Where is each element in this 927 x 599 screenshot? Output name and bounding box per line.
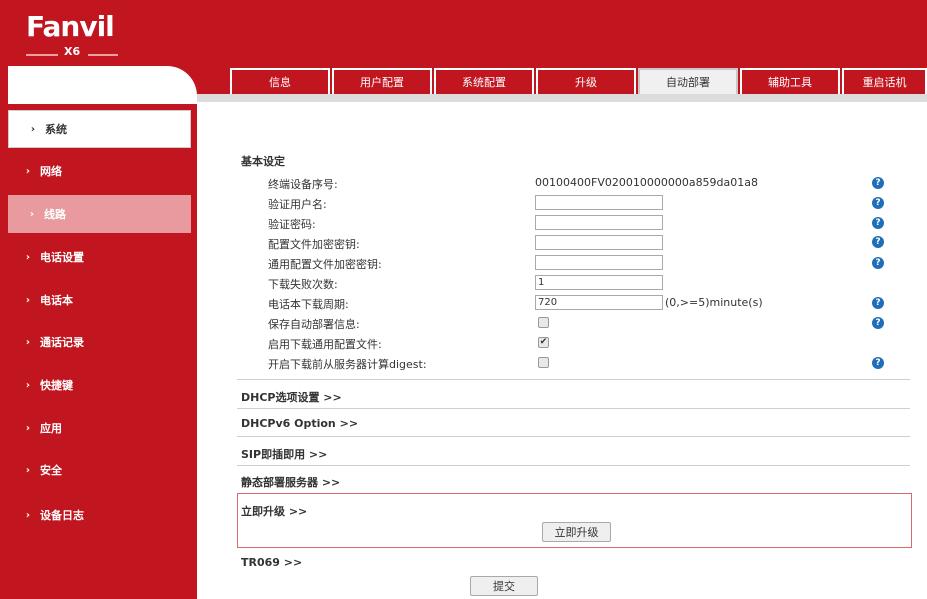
tab-label: 自动部署 — [666, 76, 710, 89]
sidebar-item-call-log[interactable]: › 通话记录 — [8, 323, 191, 361]
sidebar-top-curve — [8, 66, 197, 104]
tab-account[interactable]: 用户配置 — [332, 68, 432, 94]
sidebar-item-label: 电话设置 — [40, 251, 84, 264]
chevron-right-icon: › — [25, 464, 30, 476]
tab-label: 信息 — [269, 76, 291, 89]
sidebar-item-apps[interactable]: › 应用 — [8, 409, 191, 447]
tr069-section-link[interactable]: TR069 >> — [241, 556, 302, 569]
tab-label: 辅助工具 — [768, 76, 812, 89]
tab-underline — [197, 94, 927, 102]
chevron-right-icon: › — [25, 422, 30, 434]
tab-label: 用户配置 — [360, 76, 404, 89]
static-server-section-link[interactable]: 静态部署服务器 >> — [241, 474, 340, 490]
fail-count-input[interactable] — [535, 275, 663, 290]
logo-line-right — [88, 54, 118, 56]
tab-tools[interactable]: 辅助工具 — [740, 68, 840, 94]
upgrade-now-button[interactable]: 立即升级 — [542, 522, 611, 542]
cfg-key-input[interactable] — [535, 235, 663, 250]
common-cfg-label: 启用下载通用配置文件: — [268, 338, 382, 351]
dhcpv6-section-link[interactable]: DHCPv6 Option >> — [241, 417, 358, 430]
sidebar-item-network[interactable]: › 网络 — [8, 152, 191, 190]
help-icon[interactable]: ? — [872, 297, 884, 309]
tab-auto-provision[interactable]: 自动部署 — [638, 68, 738, 94]
help-icon[interactable]: ? — [872, 357, 884, 369]
help-icon[interactable]: ? — [872, 217, 884, 229]
sidebar-item-label: 通话记录 — [40, 336, 84, 349]
tab-system-config[interactable]: 系统配置 — [434, 68, 534, 94]
tab-label: 重启话机 — [862, 76, 907, 89]
auth-user-label: 验证用户名: — [268, 198, 327, 211]
fanvil-logo: Fanvil X6 — [26, 8, 122, 62]
fail-count-label: 下载失败次数: — [268, 278, 338, 291]
sidebar-item-system[interactable]: › 系统 — [8, 110, 191, 148]
sidebar-item-label: 快捷键 — [40, 379, 73, 392]
help-icon[interactable]: ? — [872, 236, 884, 248]
divider — [237, 465, 910, 466]
pb-period-suffix: (0,>=5)minute(s) — [665, 296, 763, 309]
basic-settings-title: 基本设定 — [241, 155, 285, 168]
chevron-right-icon: › — [25, 165, 30, 177]
sidebar-item-label: 网络 — [40, 165, 62, 178]
sidebar-item-label: 应用 — [40, 422, 62, 435]
help-icon[interactable]: ? — [872, 197, 884, 209]
sidebar-item-label: 安全 — [40, 464, 62, 477]
submit-button[interactable]: 提交 — [470, 576, 538, 596]
pb-period-input[interactable] — [535, 295, 663, 310]
digest-checkbox[interactable] — [538, 357, 549, 368]
logo-line-left — [26, 54, 58, 56]
save-info-checkbox[interactable] — [538, 317, 549, 328]
divider — [237, 436, 910, 437]
chevron-right-icon: › — [30, 123, 35, 135]
common-key-input[interactable] — [535, 255, 663, 270]
upgrade-now-section-link[interactable]: 立即升级 >> — [241, 503, 307, 519]
auth-pass-input[interactable] — [535, 215, 663, 230]
chevron-right-icon: › — [25, 509, 30, 521]
common-cfg-checkbox[interactable]: ✔ — [538, 337, 549, 348]
serial-label: 终端设备序号: — [268, 178, 338, 191]
common-key-label: 通用配置文件加密密钥: — [268, 258, 382, 271]
sidebar-item-label: 电话本 — [40, 294, 73, 307]
sidebar-item-phonebook[interactable]: › 电话本 — [8, 281, 191, 319]
digest-label: 开启下载前从服务器计算digest: — [268, 358, 427, 371]
chevron-right-icon: › — [29, 208, 34, 220]
sidebar-item-device-log[interactable]: › 设备日志 — [8, 496, 191, 534]
auth-pass-label: 验证密码: — [268, 218, 316, 231]
sidebar-item-security[interactable]: › 安全 — [8, 451, 191, 489]
tab-label: 系统配置 — [462, 76, 506, 89]
divider — [237, 408, 910, 409]
pb-period-label: 电话本下载周期: — [268, 298, 349, 311]
chevron-right-icon: › — [25, 294, 30, 306]
logo-model: X6 — [64, 45, 81, 58]
sidebar-item-line[interactable]: › 线路 — [8, 195, 191, 233]
cfg-key-label: 配置文件加密密钥: — [268, 238, 360, 251]
dhcp-section-link[interactable]: DHCP选项设置 >> — [241, 389, 342, 405]
header-bar: Fanvil X6 — [0, 0, 927, 62]
help-icon[interactable]: ? — [872, 317, 884, 329]
sip-pnp-section-link[interactable]: SIP即插即用 >> — [241, 446, 327, 462]
sidebar-item-label: 设备日志 — [40, 509, 84, 522]
tab-upgrade[interactable]: 升级 — [536, 68, 636, 94]
serial-value: 00100400FV020010000000a859da01a8 — [535, 176, 759, 189]
help-icon[interactable]: ? — [872, 177, 884, 189]
sidebar-item-function-keys[interactable]: › 快捷键 — [8, 366, 191, 404]
auth-user-input[interactable] — [535, 195, 663, 210]
divider — [237, 379, 910, 380]
tab-reboot[interactable]: 重启话机 — [842, 68, 927, 94]
sidebar-item-label: 线路 — [44, 208, 66, 221]
logo-text: Fanvil — [26, 10, 115, 43]
chevron-right-icon: › — [25, 379, 30, 391]
sidebar-item-label: 系统 — [45, 123, 67, 136]
chevron-right-icon: › — [25, 336, 30, 348]
help-icon[interactable]: ? — [872, 257, 884, 269]
tab-status[interactable]: 信息 — [230, 68, 330, 94]
save-info-label: 保存自动部署信息: — [268, 318, 360, 331]
sidebar-item-phone-settings[interactable]: › 电话设置 — [8, 238, 191, 276]
chevron-right-icon: › — [25, 251, 30, 263]
tab-label: 升级 — [575, 76, 597, 89]
